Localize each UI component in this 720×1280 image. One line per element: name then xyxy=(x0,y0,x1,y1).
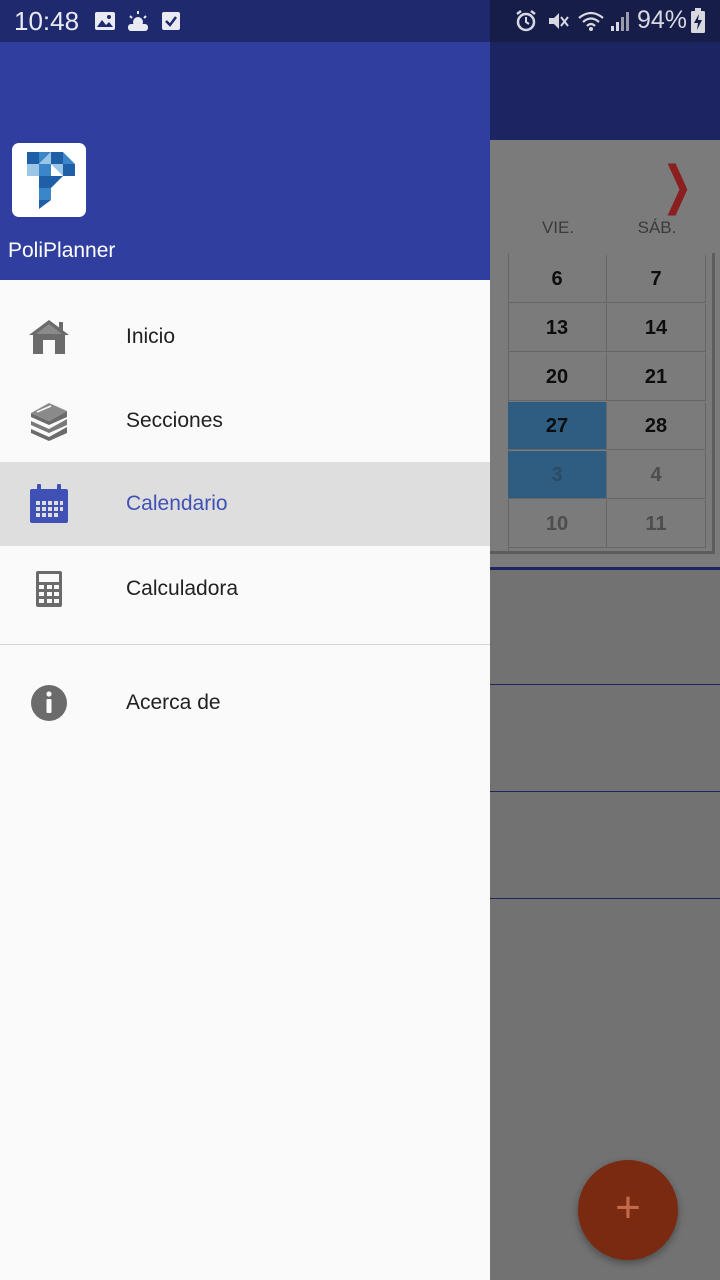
nav-label-calendario: Calendario xyxy=(126,492,228,515)
menu-divider xyxy=(0,644,490,645)
nav-label-inicio: Inicio xyxy=(126,325,176,348)
calendar-day[interactable]: 20 xyxy=(508,353,607,401)
poliplanner-logo-icon xyxy=(27,152,75,209)
home-icon xyxy=(29,320,69,354)
nav-item-acerca-de[interactable]: Acerca de xyxy=(0,661,490,745)
calendar-day-other-month[interactable]: 10 xyxy=(508,500,607,548)
app-logo xyxy=(12,143,86,217)
status-time: 10:48 xyxy=(14,6,80,36)
calculator-icon xyxy=(36,571,62,607)
calendar-grid: 6 7 13 14 20 21 27 28 3 4 10 11 xyxy=(490,253,715,554)
calendar-icon xyxy=(30,484,68,523)
calendar-divider xyxy=(490,567,720,570)
image-icon xyxy=(95,12,115,30)
navigation-drawer: PoliPlanner Inicio Secciones Calendario … xyxy=(0,42,490,1280)
books-icon xyxy=(31,403,67,441)
signal-icon xyxy=(611,12,629,31)
day-header-sat: SÁB. xyxy=(637,218,677,237)
event-row-divider xyxy=(490,684,720,685)
add-event-button[interactable]: + xyxy=(578,1160,678,1260)
event-row-divider xyxy=(490,898,720,899)
next-month-arrow-icon[interactable]: ❯ xyxy=(662,160,693,212)
info-icon xyxy=(31,685,67,721)
nav-item-calculadora[interactable]: Calculadora xyxy=(0,547,490,631)
weather-icon xyxy=(128,11,148,31)
wifi-icon xyxy=(578,11,604,31)
nav-item-inicio[interactable]: Inicio xyxy=(0,295,490,379)
nav-label-acerca-de: Acerca de xyxy=(126,691,221,714)
battery-percentage: 94% xyxy=(637,6,688,34)
calendar-day[interactable]: 13 xyxy=(508,304,607,352)
calendar-day-selected[interactable]: 27 xyxy=(508,402,607,450)
calendar-day[interactable]: 28 xyxy=(607,402,706,450)
nav-label-calculadora: Calculadora xyxy=(126,577,239,600)
calendar-day[interactable]: 14 xyxy=(607,304,706,352)
alarm-icon xyxy=(516,10,536,32)
app-name: PoliPlanner xyxy=(8,239,116,262)
event-row-divider xyxy=(490,791,720,792)
day-header-fri: VIE. xyxy=(541,218,575,237)
calendar-day[interactable]: 6 xyxy=(508,255,607,303)
nav-item-secciones[interactable]: Secciones xyxy=(0,379,490,463)
nav-label-secciones: Secciones xyxy=(126,409,223,432)
nav-item-calendario[interactable]: Calendario xyxy=(0,462,490,546)
checkbox-icon xyxy=(162,12,180,30)
calendar-day[interactable]: 21 xyxy=(607,353,706,401)
drawer-header: PoliPlanner xyxy=(0,42,490,280)
calendar-day-other-month[interactable]: 11 xyxy=(607,500,706,548)
calendar-day-other-month[interactable]: 4 xyxy=(607,451,706,499)
status-bar: 10:48 94% xyxy=(0,0,720,42)
mute-icon xyxy=(549,13,569,29)
calendar-day-selected[interactable]: 3 xyxy=(508,451,607,499)
calendar-day[interactable]: 7 xyxy=(607,255,706,303)
battery-charging-icon xyxy=(691,8,705,33)
